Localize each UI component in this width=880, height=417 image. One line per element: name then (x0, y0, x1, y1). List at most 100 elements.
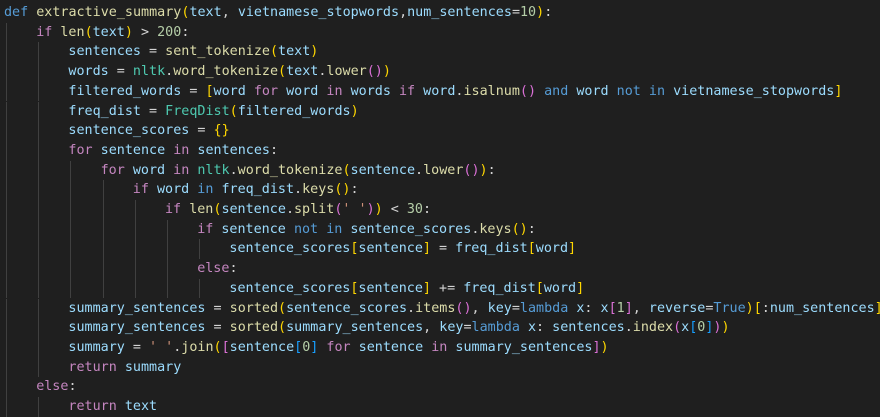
code-token: 30 (406, 202, 423, 217)
code-line[interactable]: if sentence not in sentence_scores.keys(… (0, 219, 880, 240)
indent-guide (6, 397, 7, 417)
code-token: in (326, 221, 343, 237)
code-line[interactable]: summary_sentences = sorted(sentence_scor… (0, 298, 880, 319)
code-token: sentence (100, 142, 166, 158)
indent-guide (6, 377, 7, 397)
code-token: () (511, 221, 528, 237)
indent-guide (38, 180, 40, 200)
code-line[interactable]: sentence_scores[sentence] += freq_dist[w… (0, 278, 880, 299)
code-text: if word in freq_dist.keys(): (133, 180, 359, 200)
code-token: word (132, 162, 166, 178)
code-line[interactable]: for word in nltk.word_tokenize(sentence.… (0, 160, 880, 181)
code-token: sentence_scores (229, 280, 351, 296)
code-token: . (285, 202, 294, 217)
code-line[interactable]: def extractive_summary(text, vietnamese_… (0, 3, 880, 23)
code-token: filtered_words (237, 103, 351, 119)
indent-guide (70, 278, 72, 299)
code-line[interactable]: if len(sentence.split(' ')) < 30: (0, 200, 880, 220)
code-token: text (286, 64, 319, 80)
code-line[interactable]: words = nltk.word_tokenize(text.lower()) (0, 62, 880, 82)
code-token: word (213, 83, 246, 99)
indent-guide (70, 259, 72, 279)
indent-guide (6, 337, 7, 358)
code-token: [ (205, 83, 214, 99)
code-token: ) (366, 202, 375, 217)
code-line[interactable]: for sentence in sentences: (0, 140, 880, 161)
indent-guide (38, 200, 40, 220)
indent-guide (38, 219, 40, 240)
code-text: freq_dist = FreqDist(filtered_words) (68, 102, 358, 122)
code-editor[interactable]: def extractive_summary(text, vietnamese_… (0, 0, 880, 417)
indent-guide (102, 200, 104, 220)
code-line[interactable]: if word in freq_dist.keys(): (0, 180, 880, 200)
code-line[interactable]: sentences = sent_tokenize(text) (0, 42, 880, 63)
code-token: . (165, 64, 174, 80)
indent-guide (6, 42, 7, 63)
indent-guide (6, 298, 7, 319)
indent-guide (6, 160, 7, 181)
code-token: = (511, 300, 520, 316)
code-line[interactable]: sentence_scores[sentence] = freq_dist[wo… (0, 239, 880, 260)
code-token: ' ' (149, 339, 174, 355)
code-line[interactable]: return text (0, 397, 880, 417)
code-token: [ (527, 241, 536, 257)
code-line[interactable]: else: (0, 259, 880, 279)
code-token: summary_sentences (286, 320, 424, 336)
code-token: in (431, 339, 448, 355)
code-token: lambda (471, 320, 520, 336)
code-line[interactable]: else: (0, 377, 880, 397)
code-token: ( (84, 24, 93, 40)
code-token: sorted (229, 300, 279, 316)
code-token: () (519, 83, 537, 99)
code-line[interactable]: return summary (0, 357, 880, 378)
code-token: 10 (520, 5, 537, 20)
code-token: in (173, 142, 190, 158)
code-token: . (624, 320, 633, 336)
code-text: if len(sentence.split(' ')) < 30: (165, 200, 431, 220)
code-token: text (278, 44, 311, 60)
code-line[interactable]: if len(text) > 200: (0, 22, 880, 43)
code-token: : (527, 221, 536, 237)
indent-guide (38, 101, 40, 122)
code-token: ) (536, 5, 545, 20)
code-line[interactable]: summary_sentences = sorted(summary_sente… (0, 318, 880, 338)
code-token: : (68, 379, 77, 395)
code-text: sentences = sent_tokenize(text) (68, 42, 318, 62)
code-token: , (632, 300, 649, 316)
code-token: ( (673, 320, 682, 336)
code-token: () (334, 182, 351, 198)
code-token: freq_dist (463, 280, 536, 296)
code-line[interactable]: freq_dist = FreqDist(filtered_words) (0, 101, 880, 122)
code-text: else: (197, 259, 237, 279)
code-token: ( (213, 339, 222, 355)
indent-guide (134, 219, 136, 240)
code-token: if (398, 83, 416, 99)
code-token: word (156, 182, 190, 198)
code-line[interactable]: summary = ' '.join([sentence[0] for sent… (0, 337, 880, 358)
code-token: ) (479, 162, 488, 178)
code-token: = (205, 320, 230, 336)
indent-guide (38, 337, 40, 358)
code-token: if (165, 202, 182, 217)
code-token: . (415, 162, 424, 178)
code-line[interactable]: sentence_scores = {} (0, 121, 880, 141)
indent-guide (38, 140, 40, 161)
code-token: ] (875, 301, 880, 316)
code-token: word_tokenize (237, 162, 343, 178)
code-line[interactable]: filtered_words = [word for word in words… (0, 81, 880, 102)
code-token: : (423, 202, 432, 217)
code-token: sentence (358, 241, 423, 257)
indent-guide (134, 278, 136, 299)
code-token: [ (535, 280, 544, 296)
code-token: in (648, 83, 666, 99)
code-token: ( (342, 162, 351, 178)
code-token: [ (753, 300, 762, 316)
code-token: word (423, 83, 456, 99)
code-text: for word in nltk.word_tokenize(sentence.… (101, 161, 496, 181)
code-text: for sentence in sentences: (68, 141, 278, 161)
